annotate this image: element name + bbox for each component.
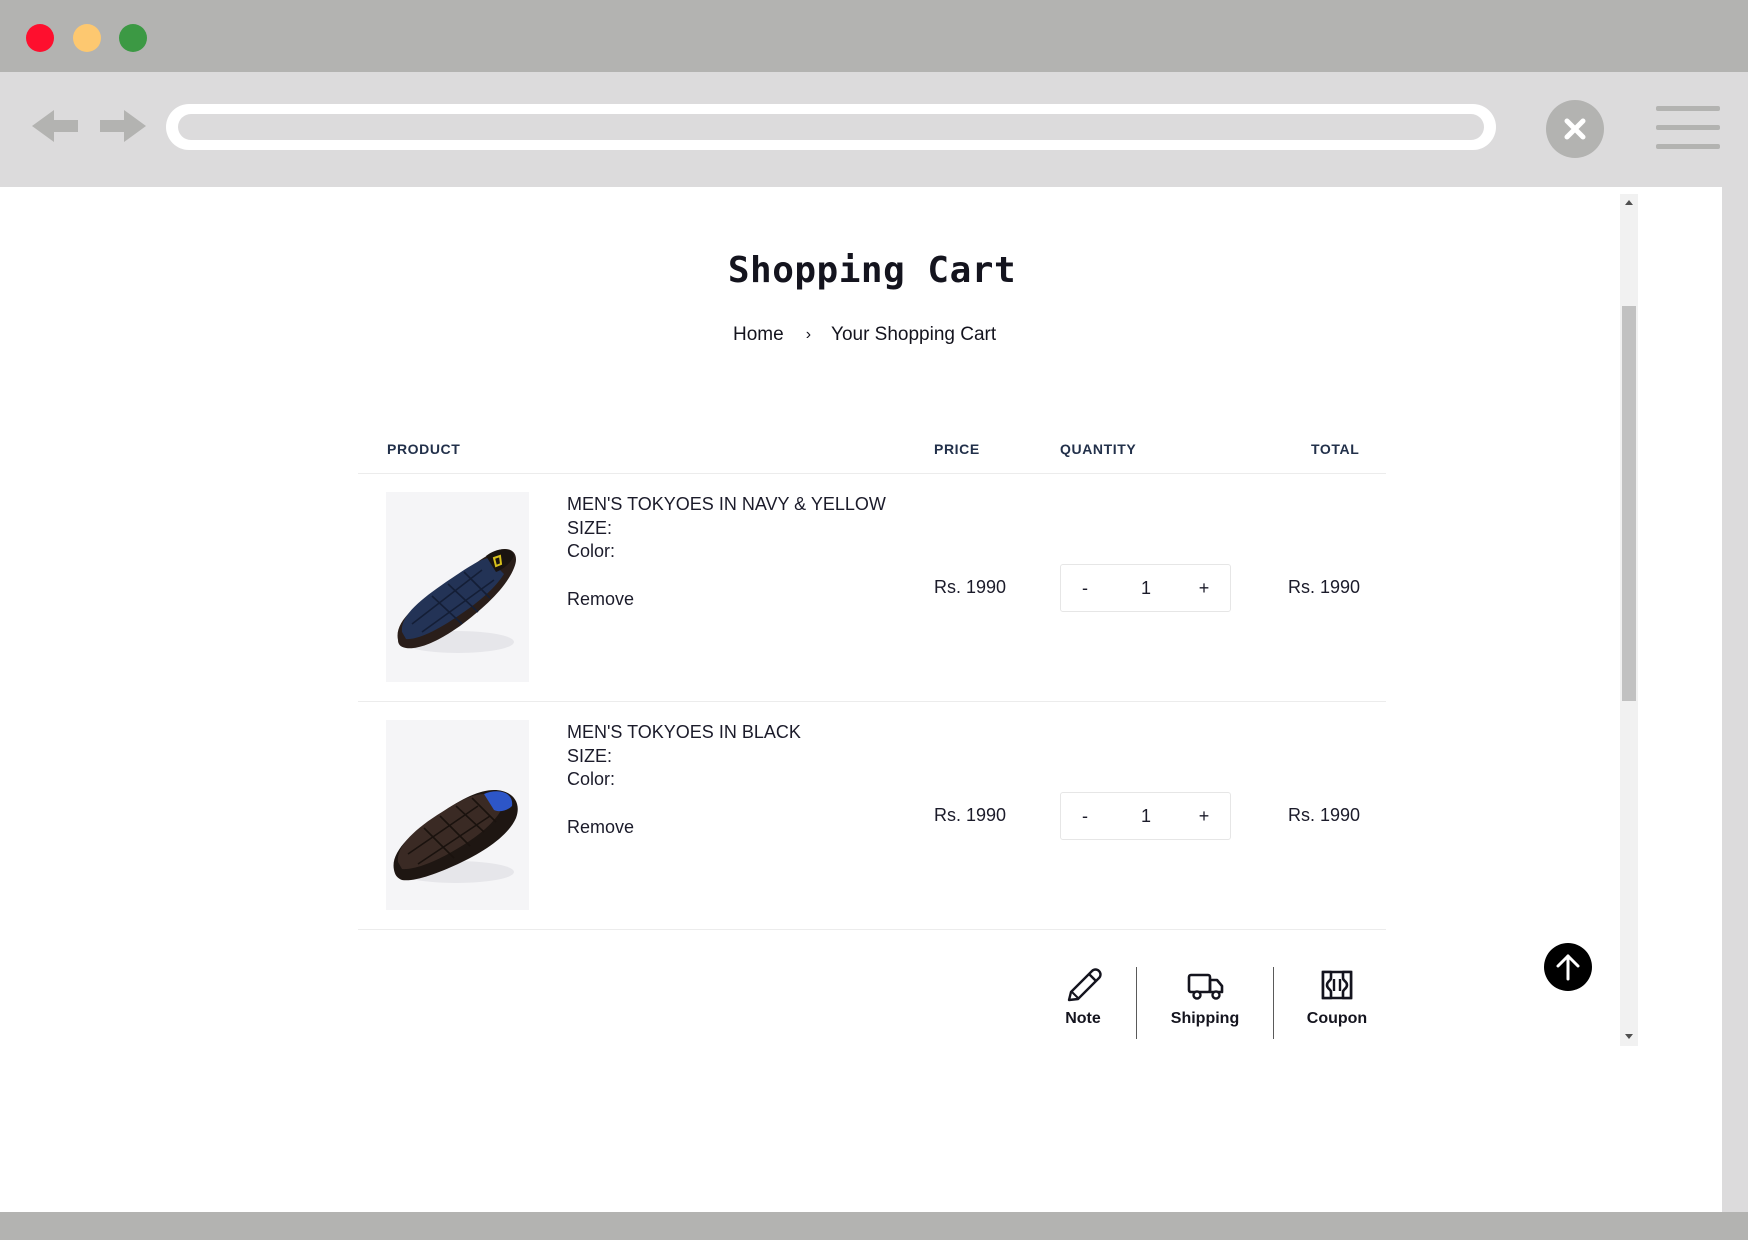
quantity-increase-button[interactable]: +: [1184, 793, 1224, 839]
quantity-input[interactable]: 1: [1111, 565, 1181, 611]
page-title: Shopping Cart: [727, 250, 1017, 291]
quantity-stepper: - 1 +: [1060, 564, 1231, 612]
coupon-label: Coupon: [1306, 1010, 1368, 1027]
product-image-navy[interactable]: [386, 492, 529, 682]
column-header-quantity: QUANTITY: [1060, 441, 1137, 457]
breadcrumb: Home › Your Shopping Cart: [733, 324, 996, 346]
close-icon: [1564, 118, 1586, 140]
quantity-increase-button[interactable]: +: [1184, 565, 1224, 611]
table-divider: [358, 929, 1386, 930]
product-image-black[interactable]: [386, 720, 529, 910]
slipper-black-image: [393, 790, 518, 883]
shipping-button[interactable]: Shipping: [1170, 966, 1240, 1028]
table-divider: [358, 473, 1386, 474]
action-divider: [1136, 967, 1137, 1039]
address-bar[interactable]: [166, 104, 1496, 150]
remove-item-button[interactable]: Remove: [567, 589, 634, 610]
quantity-input[interactable]: 1: [1111, 793, 1181, 839]
column-header-product: PRODUCT: [387, 441, 461, 457]
product-color: Color:: [567, 541, 616, 561]
product-size: SIZE:: [567, 518, 613, 538]
coupon-icon: [1321, 970, 1353, 1000]
address-bar-field[interactable]: [178, 114, 1484, 140]
slipper-navy-image: [397, 548, 517, 653]
quantity-stepper: - 1 +: [1060, 792, 1231, 840]
window-bottom-bar: [0, 1212, 1748, 1240]
window-maximize-dot[interactable]: [119, 24, 147, 52]
hamburger-menu-icon[interactable]: [1656, 106, 1720, 150]
window-close-dot[interactable]: [26, 24, 54, 52]
product-name[interactable]: MEN'S TOKYOES IN NAVY & YELLOW: [567, 494, 886, 515]
note-label: Note: [1065, 1010, 1101, 1027]
scrollbar-thumb[interactable]: [1622, 306, 1636, 701]
truck-icon: [1187, 973, 1224, 1000]
remove-item-button[interactable]: Remove: [567, 817, 634, 838]
browser-toolbar: [0, 72, 1748, 187]
window-minimize-dot[interactable]: [73, 24, 101, 52]
item-price: Rs. 1990: [934, 577, 1007, 597]
breadcrumb-home-link[interactable]: Home: [733, 324, 784, 346]
note-button[interactable]: Note: [1060, 966, 1106, 1028]
scroll-up-arrow-icon[interactable]: [1620, 194, 1638, 212]
arrow-up-icon: [1556, 954, 1580, 981]
coupon-button[interactable]: Coupon: [1305, 966, 1369, 1028]
arrow-left-icon[interactable]: [30, 102, 82, 150]
column-header-total: TOTAL: [1311, 441, 1360, 457]
window-titlebar: [0, 0, 1748, 72]
page-scrollbar[interactable]: [1620, 194, 1638, 1046]
breadcrumb-current: Your Shopping Cart: [831, 324, 997, 345]
back-to-top-button[interactable]: [1544, 943, 1592, 991]
breadcrumb-chevron-icon: ›: [805, 326, 812, 343]
quantity-decrease-button[interactable]: -: [1065, 793, 1105, 839]
column-header-price: PRICE: [934, 441, 980, 457]
pencil-icon: [1067, 968, 1102, 1002]
item-total: Rs. 1990: [1288, 805, 1361, 825]
item-total: Rs. 1990: [1288, 577, 1361, 597]
table-divider: [358, 701, 1386, 702]
shipping-label: Shipping: [1170, 1010, 1240, 1027]
product-color: Color:: [567, 769, 616, 789]
product-name[interactable]: MEN'S TOKYOES IN BLACK: [567, 722, 801, 743]
scroll-down-arrow-icon[interactable]: [1620, 1028, 1638, 1046]
window-right-edge: [1722, 187, 1748, 1212]
item-price: Rs. 1990: [934, 805, 1007, 825]
quantity-decrease-button[interactable]: -: [1065, 565, 1105, 611]
close-button[interactable]: [1546, 100, 1604, 158]
product-size: SIZE:: [567, 746, 613, 766]
action-divider: [1273, 967, 1274, 1039]
arrow-right-icon[interactable]: [96, 102, 148, 150]
